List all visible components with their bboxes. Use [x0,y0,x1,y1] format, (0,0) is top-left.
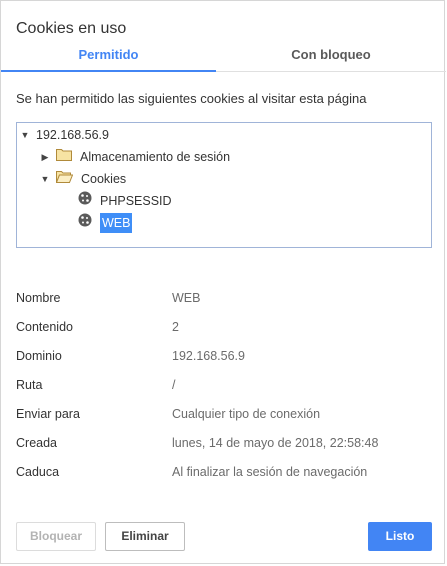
detail-value: lunes, 14 de mayo de 2018, 22:58:48 [172,436,379,450]
done-button[interactable]: Listo [368,522,432,551]
tab-bar: Permitido Con bloqueo [1,45,446,72]
detail-row-domain: Dominio 192.168.56.9 [16,346,436,366]
collapsed-arrow-icon[interactable]: ▶ [40,152,50,162]
detail-label: Nombre [16,291,61,305]
detail-value: 192.168.56.9 [172,349,245,363]
open-folder-icon [55,169,74,189]
tree-item-cookie-web[interactable]: WEB [78,213,133,233]
tree-item-cookies-folder[interactable]: ▼ Cookies [40,169,126,189]
detail-row-content: Contenido 2 [16,317,436,337]
dialog-title: Cookies en uso [16,20,127,37]
tree-item-cookie-phpsessid[interactable]: PHPSESSID [78,191,172,211]
detail-row-path: Ruta / [16,375,436,395]
detail-label: Enviar para [16,407,80,421]
detail-value: WEB [172,291,201,305]
detail-label: Creada [16,436,57,450]
detail-row-name: Nombre WEB [16,288,436,308]
tree-item-label: Cookies [81,172,127,186]
detail-label: Contenido [16,320,73,334]
expanded-arrow-icon[interactable]: ▼ [40,174,50,184]
cookie-tree[interactable]: ▼ 192.168.56.9 ▶ Almacenamiento de sesió… [16,122,432,248]
tree-item-root[interactable]: ▼ 192.168.56.9 [20,125,109,145]
expanded-arrow-icon[interactable]: ▼ [20,130,30,140]
block-button[interactable]: Bloquear [16,522,96,551]
detail-value: Al finalizar la sesión de navegación [172,465,368,479]
detail-label: Dominio [16,349,62,363]
detail-row-send-for: Enviar para Cualquier tipo de conexión [16,404,436,424]
folder-icon [56,147,72,167]
tree-item-label: 192.168.56.9 [36,128,109,142]
detail-row-created: Creada lunes, 14 de mayo de 2018, 22:58:… [16,433,436,453]
detail-label: Caduca [16,465,60,479]
tab-blocked[interactable]: Con bloqueo [216,45,446,70]
tab-allowed[interactable]: Permitido [1,45,216,72]
tree-item-label: PHPSESSID [100,194,172,208]
delete-button[interactable]: Eliminar [105,522,185,551]
tree-item-label-selected: WEB [100,213,133,233]
cookie-icon [78,191,92,211]
detail-value: 2 [172,320,179,334]
detail-value: / [172,378,176,392]
detail-label: Ruta [16,378,43,392]
allowed-description: Se han permitido las siguientes cookies … [16,91,367,106]
detail-value: Cualquier tipo de conexión [172,407,321,421]
tree-item-label: Almacenamiento de sesión [80,150,231,164]
tree-item-session-storage[interactable]: ▶ Almacenamiento de sesión [40,147,230,167]
cookie-icon [78,213,92,233]
detail-row-expires: Caduca Al finalizar la sesión de navegac… [16,462,436,482]
cookies-dialog: Cookies en uso Permitido Con bloqueo Se … [0,0,446,564]
